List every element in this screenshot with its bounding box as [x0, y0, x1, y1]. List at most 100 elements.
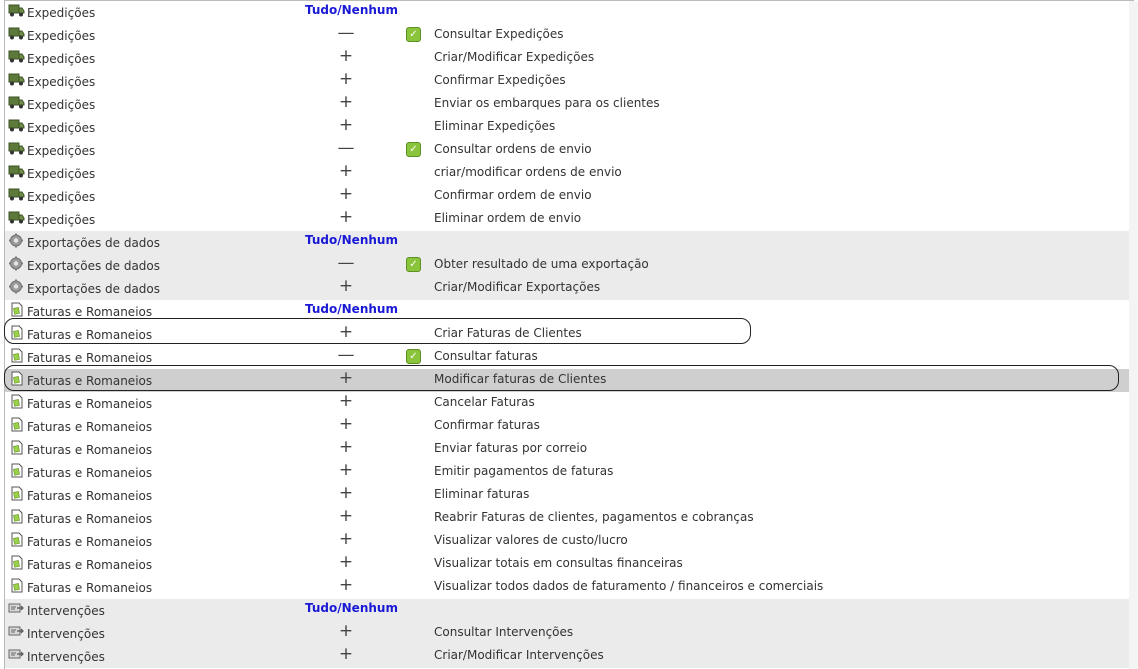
permission-label: Confirmar ordem de envio [434, 188, 592, 202]
intervention-icon [8, 647, 25, 662]
module-name: Expedições [27, 121, 96, 135]
scrollbar-track[interactable] [1129, 1, 1138, 669]
permission-label: Eliminar faturas [434, 487, 530, 501]
module-name: Expedições [27, 29, 96, 43]
select-all-link[interactable]: Tudo [305, 601, 337, 615]
add-permission-button[interactable]: + [337, 575, 355, 595]
add-permission-button[interactable]: + [337, 184, 355, 204]
permission-label: Modificar faturas de Clientes [434, 372, 607, 386]
module-name: Intervenções [27, 604, 105, 618]
permission-row: Expedições + Eliminar ordem de envio [5, 207, 1129, 231]
module-name: Faturas e Romaneios [27, 443, 153, 457]
module-name: Faturas e Romaneios [27, 489, 153, 503]
remove-permission-button[interactable]: — [337, 253, 355, 273]
select-all-none: Tudo/Nenhum [305, 3, 398, 17]
invoice-icon [8, 325, 25, 340]
permission-row: Exportações de dados + Criar/Modificar Exp… [5, 276, 1129, 300]
invoice-icon [8, 578, 25, 593]
add-permission-button[interactable]: + [337, 115, 355, 135]
select-none-link[interactable]: Nenhum [342, 233, 398, 247]
select-none-link[interactable]: Nenhum [342, 601, 398, 615]
intervention-icon [8, 601, 25, 616]
add-permission-button[interactable]: + [337, 414, 355, 434]
add-permission-button[interactable]: + [337, 322, 355, 342]
permission-label: Emitir pagamentos de faturas [434, 464, 614, 478]
module-name: Expedições [27, 52, 96, 66]
module-name: Intervenções [27, 627, 105, 641]
remove-permission-button[interactable]: — [337, 138, 355, 158]
permission-label: Reabrir Faturas de clientes, pagamentos … [434, 510, 754, 524]
add-permission-button[interactable]: + [337, 483, 355, 503]
permission-label: Obter resultado de uma exportação [434, 257, 649, 271]
add-permission-button[interactable]: + [337, 460, 355, 480]
permission-row: Expedições + Eliminar Expedições [5, 115, 1129, 139]
select-all-none: Tudo/Nenhum [305, 233, 398, 247]
select-all-link[interactable]: Tudo [305, 302, 337, 316]
permission-row: Faturas e Romaneios + Visualizar valores d… [5, 529, 1129, 553]
module-name: Expedições [27, 167, 96, 181]
add-permission-button[interactable]: + [337, 529, 355, 549]
module-name: Exportações de dados [27, 259, 161, 273]
truck-icon [8, 95, 25, 110]
remove-permission-button[interactable]: — [337, 23, 355, 43]
permission-label: Criar/Modificar Exportações [434, 280, 601, 294]
add-permission-button[interactable]: + [337, 207, 355, 227]
add-permission-button[interactable]: + [337, 161, 355, 181]
permission-row: Expedições + Confirmar Expedições [5, 69, 1129, 93]
select-none-link[interactable]: Nenhum [342, 3, 398, 17]
permission-label: Criar/Modificar Expedições [434, 50, 595, 64]
module-name: Expedições [27, 6, 96, 20]
permission-label: Eliminar ordem de envio [434, 211, 582, 225]
add-permission-button[interactable]: + [337, 437, 355, 457]
module-name: Faturas e Romaneios [27, 328, 153, 342]
permission-label: Consultar ordens de envio [434, 142, 592, 156]
select-all-link[interactable]: Tudo [305, 3, 337, 17]
add-permission-button[interactable]: + [337, 69, 355, 89]
permission-label: Eliminar Expedições [434, 119, 556, 133]
module-name: Expedições [27, 98, 96, 112]
add-permission-button[interactable]: + [337, 621, 355, 641]
module-name: Exportações de dados [27, 282, 161, 296]
truck-icon [8, 49, 25, 64]
module-name: Exportações de dados [27, 236, 161, 250]
module-name: Faturas e Romaneios [27, 420, 153, 434]
invoice-icon [8, 440, 25, 455]
select-all-link[interactable]: Tudo [305, 233, 337, 247]
module-name: Expedições [27, 213, 96, 227]
truck-icon [8, 3, 25, 18]
permission-row: Faturas e Romaneios + Reabrir Faturas de c… [5, 506, 1129, 530]
add-permission-button[interactable]: + [337, 92, 355, 112]
add-permission-button[interactable]: + [337, 276, 355, 296]
module-name: Faturas e Romaneios [27, 351, 153, 365]
permission-row: Expedições + criar/modificar ordens de env… [5, 161, 1129, 185]
permission-row: Intervenções + Consultar Intervenções [5, 621, 1129, 645]
add-permission-button[interactable]: + [337, 644, 355, 664]
permission-row: Faturas e Romaneios — ✓ Consultar faturas [5, 345, 1129, 369]
permission-label: Visualizar valores de custo/lucro [434, 533, 628, 547]
permission-row: Faturas e Romaneios + Confirmar faturas [5, 414, 1129, 438]
remove-permission-button[interactable]: — [337, 345, 355, 365]
granted-check-icon: ✓ [406, 257, 421, 272]
add-permission-button[interactable]: + [337, 368, 355, 388]
truck-icon [8, 187, 25, 202]
permission-label: Visualizar totais em consultas financeir… [434, 556, 683, 570]
permission-label: Consultar Intervenções [434, 625, 574, 639]
permission-row: Exportações de dados — ✓ Obter resultado de… [5, 253, 1129, 277]
module-name: Faturas e Romaneios [27, 397, 153, 411]
add-permission-button[interactable]: + [337, 46, 355, 66]
truck-icon [8, 210, 25, 225]
module-name: Faturas e Romaneios [27, 512, 153, 526]
permission-label: Confirmar faturas [434, 418, 540, 432]
permission-label: Criar/Modificar Intervenções [434, 648, 604, 662]
add-permission-button[interactable]: + [337, 391, 355, 411]
add-permission-button[interactable]: + [337, 506, 355, 526]
truck-icon [8, 164, 25, 179]
add-permission-button[interactable]: + [337, 552, 355, 572]
permission-row: Expedições + Confirmar ordem de envio [5, 184, 1129, 208]
module-name: Faturas e Romaneios [27, 466, 153, 480]
invoice-icon [8, 302, 25, 317]
select-all-none: Tudo/Nenhum [305, 302, 398, 316]
granted-check-icon: ✓ [406, 27, 421, 42]
select-none-link[interactable]: Nenhum [342, 302, 398, 316]
permission-row: Faturas e Romaneios + Eliminar faturas [5, 483, 1129, 507]
